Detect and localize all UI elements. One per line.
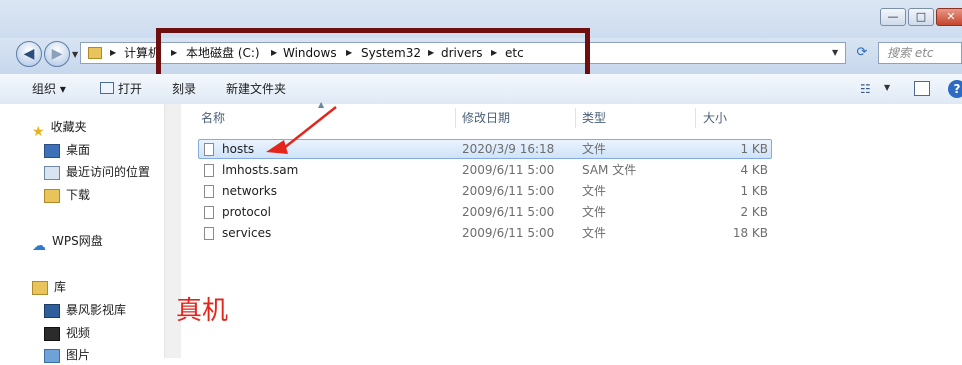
annotation-arrow-icon <box>266 106 337 154</box>
annotation-text: 真机 <box>176 296 229 326</box>
